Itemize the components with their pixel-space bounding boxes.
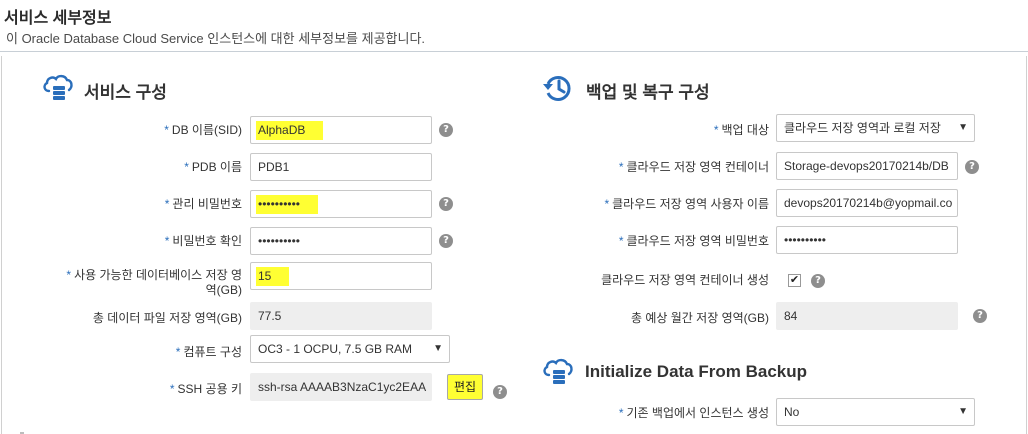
backup-target-label: * 백업 대상 [713,123,769,137]
create-from-backup-select[interactable]: No ▼ [776,398,975,426]
help-icon[interactable]: ? [493,385,507,399]
cloud-database-icon [42,72,74,107]
page-title: 서비스 세부정보 [4,10,112,27]
cloud-password-label: * 클라우드 저장 영역 비밀번호 [618,234,769,248]
ssh-key-label: * SSH 공용 키 [169,382,242,396]
chevron-down-icon: ▼ [433,343,443,354]
ssh-edit-button[interactable]: 편집 [447,374,483,400]
storage-label: * 사용 가능한 데이터베이스 저장 영 역(GB) [66,268,242,297]
cloud-container-label: * 클라우드 저장 영역 컨테이너 [618,160,769,174]
db-name-input[interactable]: AlphaDB [250,116,432,144]
admin-password-input[interactable]: •••••••••• [250,190,432,218]
cloud-user-input[interactable]: devops20170214b@yopmail.co [776,189,958,217]
total-storage-value: 77.5 [250,302,432,330]
monthly-storage-label: 총 예상 월간 저장 영역(GB) [630,311,769,325]
backup-target-select[interactable]: 클라우드 저장 영역과 로컬 저장 ▼ [776,114,975,142]
pdb-name-input[interactable]: PDB1 [250,153,432,181]
help-icon[interactable]: ? [973,309,987,323]
clock-restore-icon [542,72,574,109]
service-config-title: 서비스 구성 [84,83,167,102]
confirm-password-label: * 비밀번호 확인 [164,234,242,248]
total-storage-label: 총 데이터 파일 저장 영역(GB) [92,311,242,325]
help-icon[interactable]: ? [439,197,453,211]
cloud-container-input[interactable]: Storage-devops20170214b/DB [776,152,958,180]
compute-shape-label: * 컴퓨트 구성 [175,345,242,359]
cloud-password-input[interactable]: •••••••••• [776,226,958,254]
cloud-user-label: * 클라우드 저장 영역 사용자 이름 [604,197,769,211]
page-subtitle: 이 Oracle Database Cloud Service 인스턴스에 대한… [6,31,426,46]
initialize-title: Initialize Data From Backup [585,362,807,381]
page-header: 서비스 세부정보 이 Oracle Database Cloud Service… [0,0,1028,52]
help-icon[interactable]: ? [439,234,453,248]
create-from-backup-label: * 기존 백업에서 인스턴스 생성 [618,406,769,420]
help-icon[interactable]: ? [811,274,825,288]
create-container-label: 클라우드 저장 영역 컨테이너 생성 [601,273,769,287]
create-container-checkbox[interactable]: ✔ [788,274,801,287]
help-icon[interactable]: ? [439,123,453,137]
storage-input[interactable]: 15 [250,262,432,290]
compute-shape-select[interactable]: OC3 - 1 OCPU, 7.5 GB RAM ▼ [250,335,450,363]
monthly-storage-value: 84 [776,302,958,330]
ssh-key-value: ssh-rsa AAAAB3NzaC1yc2EAA [250,373,432,401]
help-icon[interactable]: ? [965,160,979,174]
chevron-down-icon: ▼ [958,406,968,417]
admin-password-label: * 관리 비밀번호 [164,197,242,211]
cloud-database-icon [542,356,574,391]
confirm-password-input[interactable]: •••••••••• [250,227,432,255]
chevron-down-icon: ▼ [958,122,968,133]
db-name-label: * DB 이름(SID) [164,123,242,137]
backup-config-title: 백업 및 복구 구성 [586,83,710,102]
pdb-name-label: * PDB 이름 [184,160,242,174]
